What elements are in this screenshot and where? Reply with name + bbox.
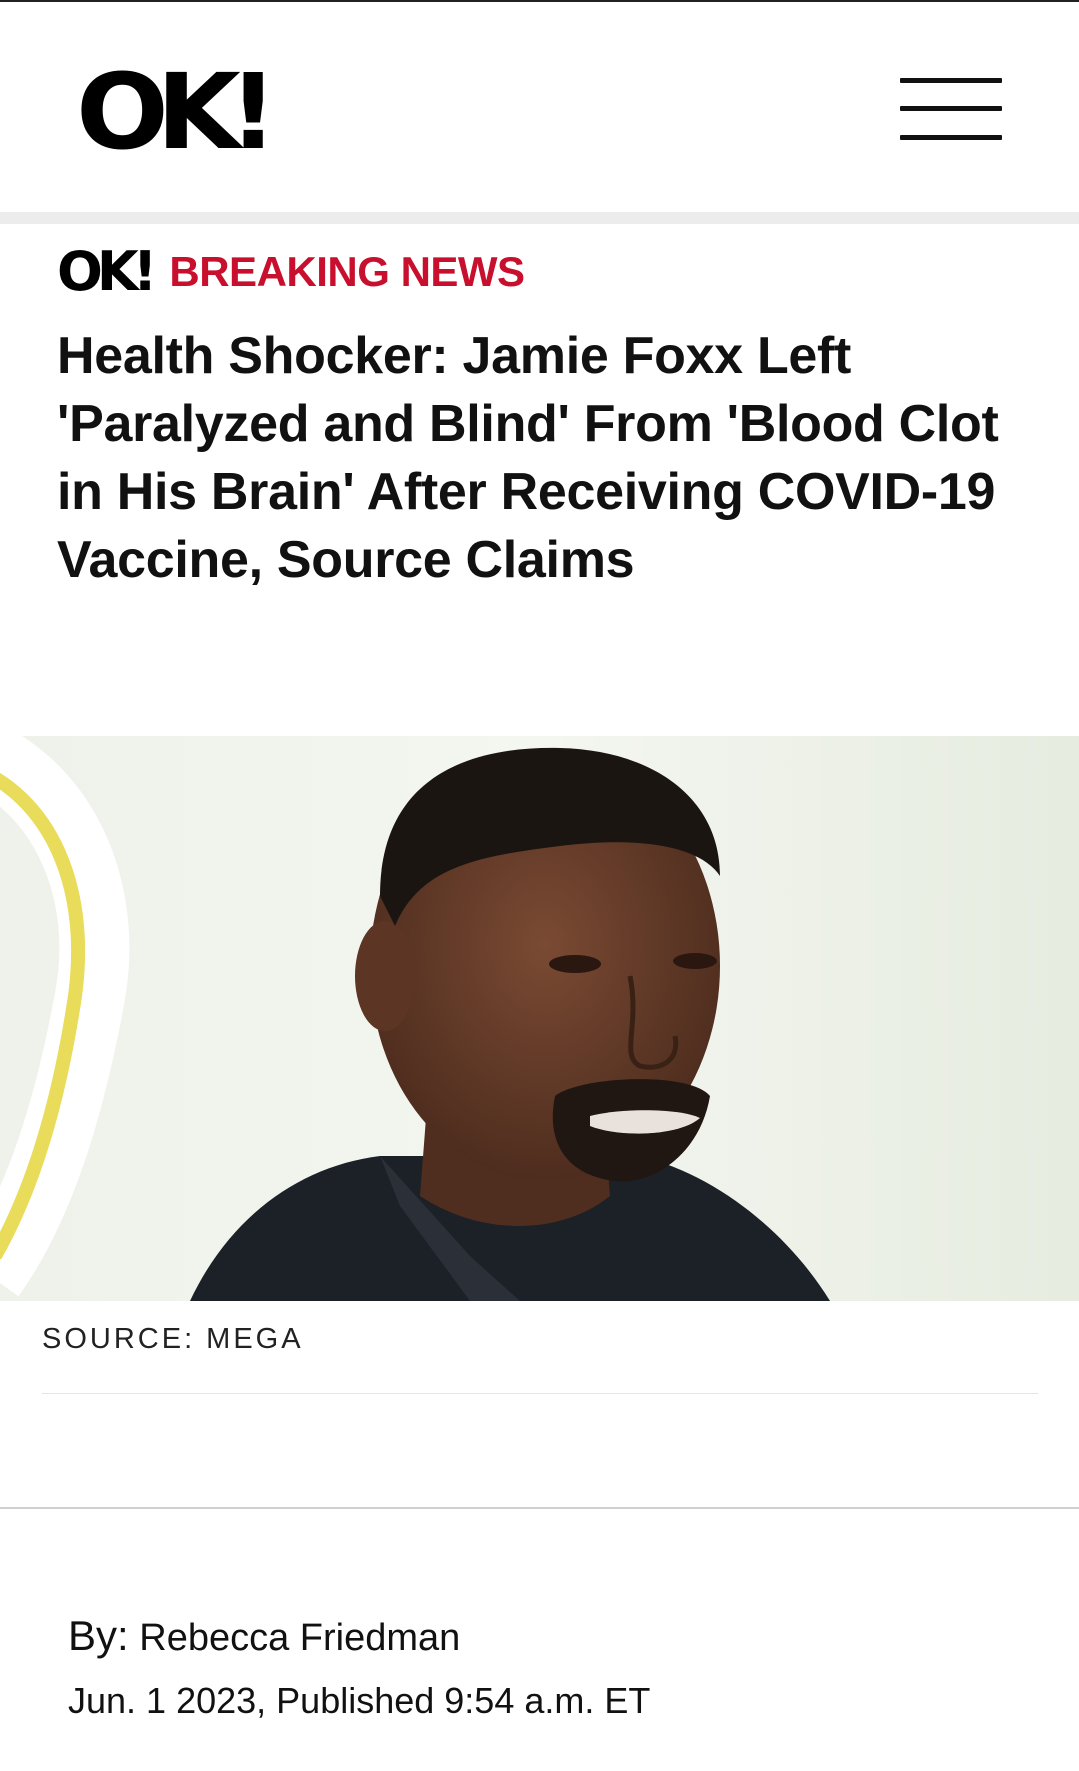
hero-photo — [0, 736, 1079, 1301]
header-divider — [0, 212, 1079, 224]
article-headline: Health Shocker: Jamie Foxx Left 'Paralyz… — [57, 327, 999, 589]
publish-date: Jun. 1 2023, Published 9:54 a.m. ET — [68, 1680, 651, 1721]
site-header: OK! — [0, 2, 1079, 212]
byline-label: By: — [68, 1612, 129, 1659]
breaking-news-kicker: OK! BREAKING NEWS — [57, 244, 525, 300]
author-link[interactable]: Rebecca Friedman — [139, 1617, 460, 1659]
site-logo[interactable]: OK! — [76, 60, 278, 164]
image-caption: SOURCE: MEGA — [42, 1323, 304, 1355]
hamburger-menu-icon[interactable] — [900, 78, 1002, 144]
byline: By: Rebecca Friedman — [68, 1612, 460, 1660]
caption-divider — [42, 1393, 1038, 1394]
kicker-label: BREAKING NEWS — [169, 248, 525, 295]
kicker-logo: OK! — [57, 240, 157, 303]
section-divider — [0, 1507, 1079, 1509]
